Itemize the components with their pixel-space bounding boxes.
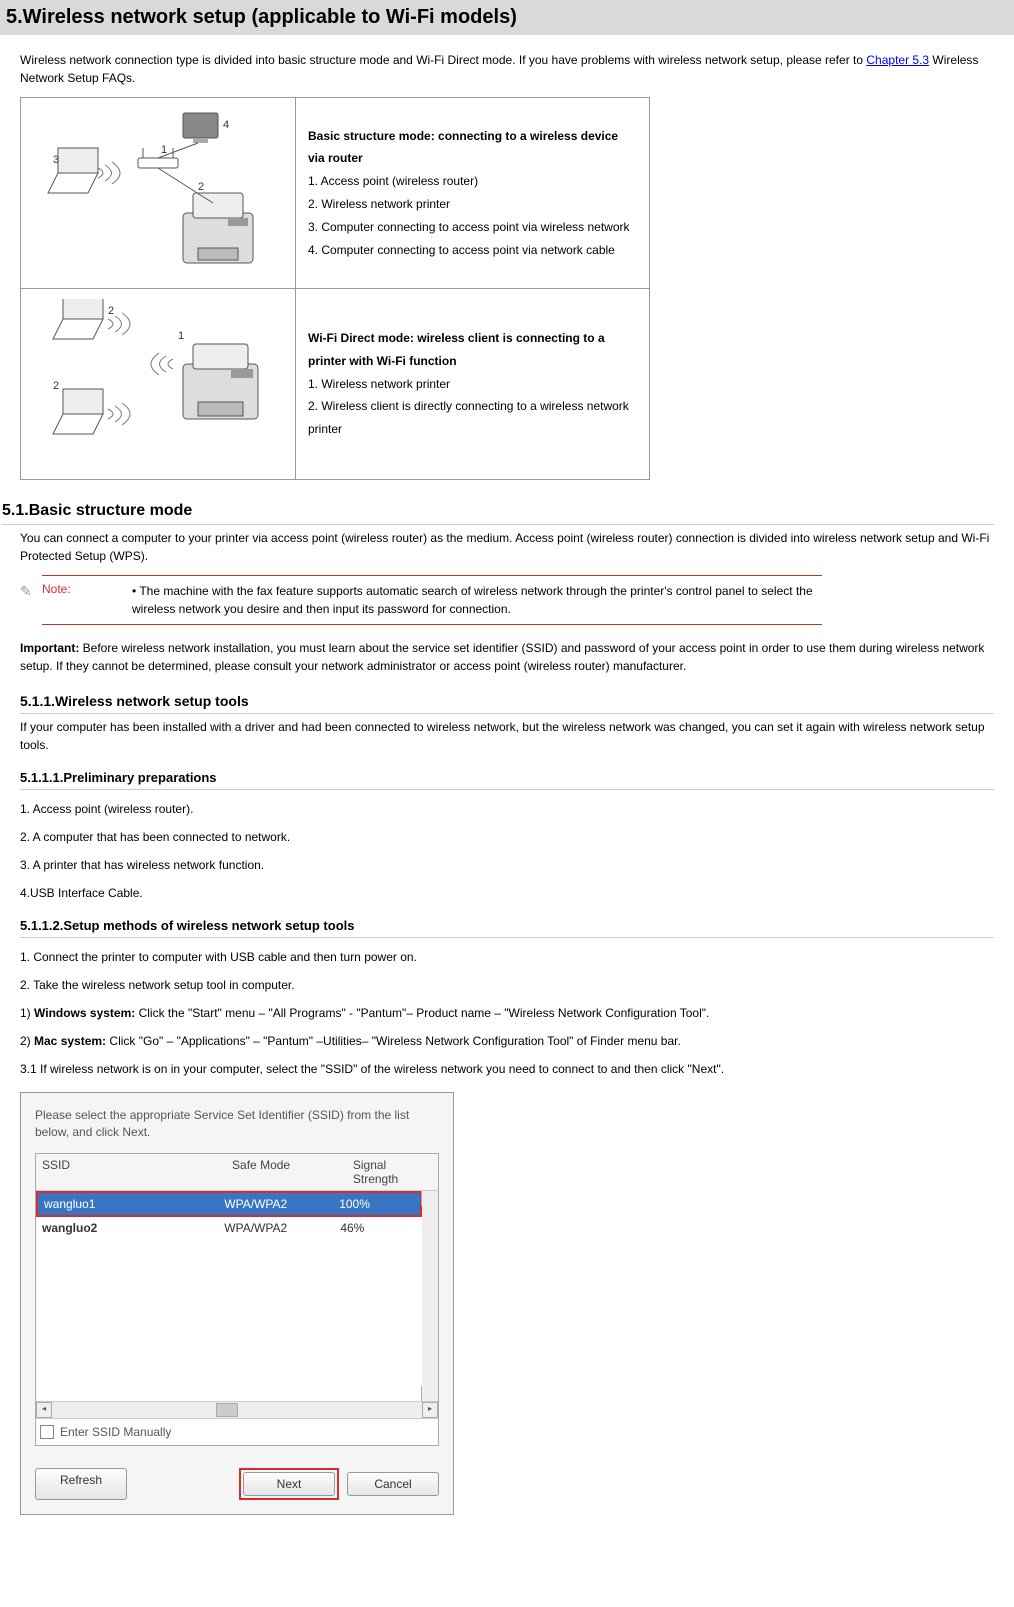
setup-step-3-1: 3.1 If wireless network is on in your co… [20,1060,994,1078]
svg-text:2: 2 [198,181,204,193]
basic-mode-item-1: 1. Access point (wireless router) [308,170,637,193]
para-5-1-1: If your computer has been installed with… [20,718,994,754]
setup-windows: 1) Windows system: Click the "Start" men… [20,1004,994,1022]
refresh-button[interactable]: Refresh [35,1468,127,1500]
hscroll-left-icon[interactable]: ◂ [36,1402,52,1418]
mac-text: Click "Go" – "Applications" – "Pantum" –… [106,1034,681,1048]
mac-label: Mac system: [34,1034,106,1048]
scroll-thumb[interactable] [422,1341,436,1363]
row1-mode: WPA/WPA2 [218,1193,333,1215]
header-signal[interactable]: Signal Strength [347,1154,438,1190]
diagram-direct-svg: 2 2 [43,299,273,469]
intro-pre: Wireless network connection type is divi… [20,53,866,67]
hscroll-thumb[interactable] [216,1403,238,1417]
important-paragraph: Important: Before wireless network insta… [20,639,994,675]
manual-ssid-row[interactable]: Enter SSID Manually [36,1418,438,1445]
note-text: • The machine with the fax feature suppo… [132,582,822,618]
svg-text:1: 1 [161,144,167,156]
heading-5-1-1: 5.1.1.Wireless network setup tools [20,693,994,714]
row2-signal: 46% [334,1217,422,1239]
mode-diagram-table: 1 4 3 [20,97,650,480]
svg-text:2: 2 [108,305,114,317]
svg-text:4: 4 [223,119,229,131]
basic-mode-title: Basic structure mode: connecting to a wi… [308,129,618,166]
prep-item-1: 1. Access point (wireless router). [20,800,994,818]
heading-5-1-1-1: 5.1.1.1.Preliminary preparations [20,770,994,790]
manual-ssid-label: Enter SSID Manually [60,1425,171,1439]
windows-label: Windows system: [34,1006,135,1020]
heading-5-1: 5.1.Basic structure mode [2,502,994,525]
scroll-down-icon[interactable]: ▾ [421,1386,437,1401]
direct-mode-item-2: 2. Wireless client is directly connectin… [308,395,637,441]
basic-mode-item-2: 2. Wireless network printer [308,193,637,216]
svg-text:2: 2 [53,380,59,392]
grid-body[interactable]: wangluo1 WPA/WPA2 100% wangluo2 WPA/WPA2… [36,1191,438,1401]
note-box: ✎ Note: • The machine with the fax featu… [20,575,994,625]
row2-mode: WPA/WPA2 [218,1217,334,1239]
next-button-highlight: Next [239,1468,339,1500]
prep-item-4: 4.USB Interface Cable. [20,884,994,902]
setup-step-2: 2. Take the wireless network setup tool … [20,976,994,994]
intro-paragraph: Wireless network connection type is divi… [20,51,994,87]
grid-row[interactable]: wangluo2 WPA/WPA2 46% [36,1217,422,1239]
cancel-button[interactable]: Cancel [347,1472,439,1496]
horizontal-scrollbar[interactable]: ◂ ▸ [36,1401,438,1418]
para-5-1: You can connect a computer to your print… [20,529,994,565]
manual-ssid-checkbox[interactable] [40,1425,54,1439]
basic-structure-description: Basic structure mode: connecting to a wi… [296,98,650,289]
ssid-dialog: Please select the appropriate Service Se… [20,1092,454,1515]
grid-header: SSID Safe Mode Signal Strength [36,1154,438,1191]
diagram-basic-svg: 1 4 3 [43,108,273,278]
dialog-instruction: Please select the appropriate Service Se… [35,1107,439,1141]
prep-item-3: 3. A printer that has wireless network f… [20,856,994,874]
important-text: Before wireless network installation, yo… [20,641,984,673]
note-icon: ✎ [20,575,42,600]
setup-step-1: 1. Connect the printer to computer with … [20,948,994,966]
hscroll-right-icon[interactable]: ▸ [422,1402,438,1418]
chapter-link[interactable]: Chapter 5.3 [866,53,929,67]
heading-5-1-1-2: 5.1.1.2.Setup methods of wireless networ… [20,918,994,938]
windows-text: Click the "Start" menu – "All Programs" … [135,1006,709,1020]
row1-ssid: wangluo1 [38,1193,218,1215]
page-title: 5.Wireless network setup (applicable to … [0,0,1014,35]
next-button[interactable]: Next [243,1472,335,1496]
basic-mode-item-4: 4. Computer connecting to access point v… [308,239,637,262]
header-ssid[interactable]: SSID [36,1154,226,1190]
row1-signal: 100% [333,1193,420,1215]
important-label: Important: [20,641,79,655]
header-mode[interactable]: Safe Mode [226,1154,347,1190]
dialog-buttons: Refresh Next Cancel [21,1456,453,1514]
basic-mode-item-3: 3. Computer connecting to access point v… [308,216,637,239]
row2-ssid: wangluo2 [36,1217,218,1239]
scroll-up-icon[interactable]: ▴ [421,1191,437,1206]
wifi-direct-diagram: 2 2 [21,289,296,480]
content-area: Wireless network connection type is divi… [0,35,1014,1535]
prep-item-2: 2. A computer that has been connected to… [20,828,994,846]
direct-mode-item-1: 1. Wireless network printer [308,373,637,396]
svg-text:1: 1 [178,330,184,342]
direct-mode-title: Wi-Fi Direct mode: wireless client is co… [308,331,605,368]
ssid-grid: SSID Safe Mode Signal Strength wangluo1 … [35,1153,439,1446]
note-label: Note: [42,582,132,618]
grid-row-selected[interactable]: wangluo1 WPA/WPA2 100% [36,1191,422,1217]
setup-mac: 2) Mac system: Click "Go" – "Application… [20,1032,994,1050]
basic-structure-diagram: 1 4 3 [21,98,296,289]
svg-text:3: 3 [53,154,59,166]
wifi-direct-description: Wi-Fi Direct mode: wireless client is co… [296,289,650,480]
